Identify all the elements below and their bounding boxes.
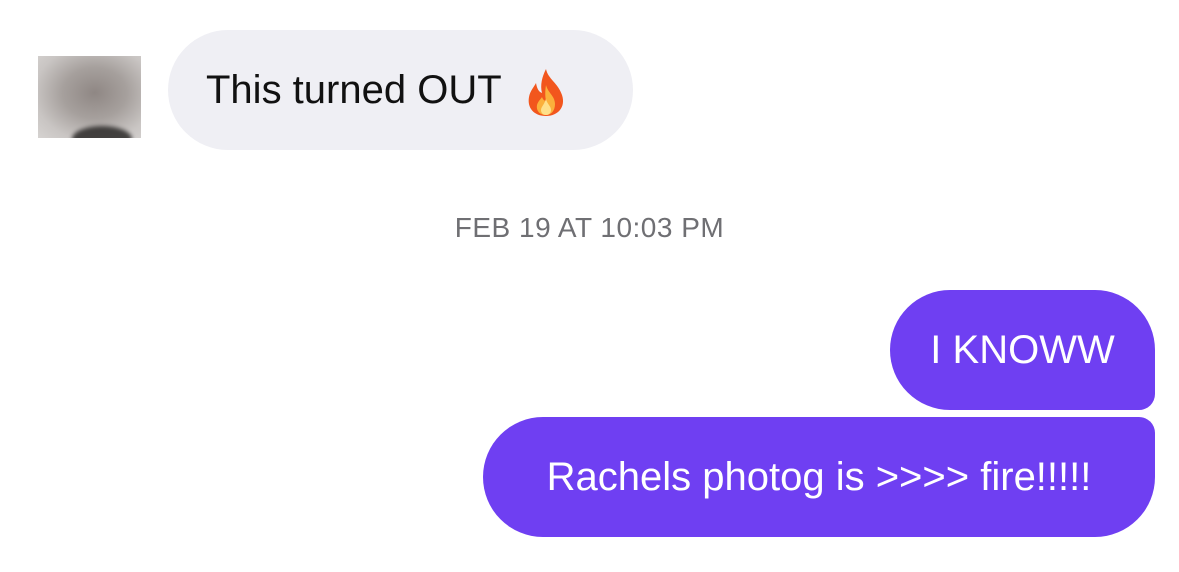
incoming-message-bubble[interactable]: This turned OUT [168, 30, 633, 150]
outgoing-message-text: Rachels photog is >>>> fire!!!!! [546, 455, 1092, 499]
fire-icon [524, 67, 568, 117]
outgoing-message-text: I KNOWW [930, 328, 1115, 372]
outgoing-message-bubble[interactable]: Rachels photog is >>>> fire!!!!! [483, 417, 1155, 537]
outgoing-message-bubble[interactable]: I KNOWW [890, 290, 1155, 410]
sender-avatar[interactable] [38, 56, 141, 138]
message-timestamp: FEB 19 AT 10:03 PM [454, 212, 725, 243]
incoming-message-text: This turned OUT [206, 68, 502, 112]
